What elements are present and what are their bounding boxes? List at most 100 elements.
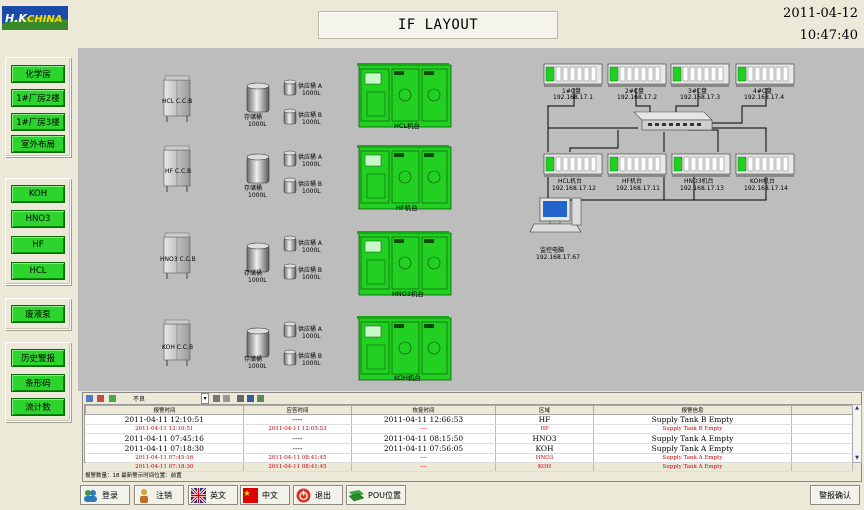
plc-ip: 192.168.17.14 xyxy=(744,185,788,192)
nav-hno3-button[interactable]: HNO3 xyxy=(11,210,65,228)
supply-a-label: 供应桶 A xyxy=(298,83,323,90)
nav-group-records: 历史警报 条形码 流计数 xyxy=(5,342,71,422)
alarm-status-text: 报警数量：18 最新警示时间位置：前置 xyxy=(85,473,182,479)
power-icon xyxy=(296,488,311,502)
column-header[interactable]: 报警时间 xyxy=(85,405,244,415)
nav-building1-floor2-button[interactable]: 1#厂房2楼 xyxy=(11,89,65,107)
supply-tank-b-koh xyxy=(283,349,297,366)
acknowledge-alarm-button[interactable]: 警报确认 xyxy=(810,485,860,505)
nav-waste-pump-button[interactable]: 废液泵 xyxy=(11,305,65,323)
table-row[interactable]: 2011-04-11 12:10:51 ---- 2011-04-11 12:66:… xyxy=(85,414,853,425)
supply-tank-a-hf xyxy=(283,150,297,167)
plc-label: HF机台 xyxy=(622,178,642,185)
plc-ip: 192.168.17.3 xyxy=(680,94,721,101)
nav-hcl-button[interactable]: HCL xyxy=(11,262,65,280)
supply-capacity: 1000L xyxy=(302,119,321,126)
supply-capacity: 1000L xyxy=(302,274,321,281)
column-header[interactable]: 应答时间 xyxy=(243,405,352,415)
table-row[interactable]: 2011-04-11 07:18:30 ---- 2011-04-11 07:56:… xyxy=(85,443,853,454)
uk-flag-icon xyxy=(191,487,206,503)
nav-koh-button[interactable]: KOH xyxy=(11,185,65,203)
scroll-up-icon[interactable]: ▲ xyxy=(853,405,861,412)
alarm-scrollbar[interactable]: ▲ ▼ xyxy=(852,404,862,463)
exit-button[interactable]: 退出 xyxy=(293,485,343,505)
storage-tank-hf xyxy=(246,153,270,184)
map-icon xyxy=(349,489,364,501)
table-row[interactable]: 2011-04-11 07:45:16 2011-04-11 08:41:45 --… xyxy=(85,453,853,463)
cabinet-label: HCL C.C.B xyxy=(162,98,193,105)
plc-ip: 192.168.17.13 xyxy=(680,185,724,192)
chinese-button[interactable]: 中文 xyxy=(240,485,290,505)
supply-a-label: 供应桶 A xyxy=(298,154,323,161)
table-row[interactable]: 2011-04-11 07:45:16 ---- 2011-04-11 08:15:… xyxy=(85,433,853,444)
column-header[interactable]: 恢复时间 xyxy=(351,405,496,415)
cabinet-label: KOH C.C.B xyxy=(162,344,194,351)
nav-flow-count-button[interactable]: 流计数 xyxy=(11,398,65,416)
supply-b-label: 供应桶 B xyxy=(298,267,323,274)
plc-2c xyxy=(607,63,667,88)
layout-panel: HCL C.C.B 存储桶 1000L 供应桶 A 1000L 供应桶 B 10… xyxy=(78,48,864,391)
plc-label: KOH机台 xyxy=(750,178,775,185)
machine-label: KOH机台 xyxy=(394,374,421,382)
supply-b-label: 供应桶 B xyxy=(298,181,323,188)
network-switch-icon xyxy=(633,111,713,131)
login-button[interactable]: 登录 xyxy=(80,485,130,505)
cabinet-label: HNO3 C.C.B xyxy=(160,256,196,263)
plc-hno3 xyxy=(671,153,731,178)
storage-capacity: 1000L xyxy=(248,121,267,128)
english-button[interactable]: 英文 xyxy=(188,485,238,505)
machine-hno3 xyxy=(356,230,452,296)
storage-label: 存储桶 xyxy=(244,114,263,121)
supply-capacity: 1000L xyxy=(302,188,321,195)
pc-label: 监控电脑 xyxy=(540,247,565,254)
filter-value[interactable]: 不良 xyxy=(133,394,145,403)
time-display: 10:47:40 xyxy=(799,28,858,43)
supply-capacity: 1000L xyxy=(302,161,321,168)
machine-hcl xyxy=(356,62,452,128)
logout-button[interactable]: 注销 xyxy=(134,485,184,505)
settings-icon xyxy=(257,395,264,402)
nav-building1-floor3-button[interactable]: 1#厂房3楼 xyxy=(11,113,65,131)
plc-4c xyxy=(735,63,795,88)
plc-ip: 192.168.17.1 xyxy=(553,94,594,101)
alarm-table: 报警时间 应答时间 恢复时间 区域 报警信息 2011-04-11 12:10:… xyxy=(84,404,854,472)
machine-koh xyxy=(356,315,452,381)
supply-tank-a-hno3 xyxy=(283,235,297,252)
alarm-panel: 不良 ▾ 报警时间 应答时间 恢复时间 区域 报警信息 2011-04-11 1… xyxy=(82,392,862,482)
machine-label: HNO3机台 xyxy=(392,290,425,298)
alarm-toolbar: 不良 ▾ xyxy=(83,393,861,404)
nav-hf-button[interactable]: HF xyxy=(11,236,65,254)
pou-location-button[interactable]: POU位置 xyxy=(346,485,406,505)
plc-hcl xyxy=(543,153,603,178)
storage-label: 存储桶 xyxy=(244,270,263,277)
nav-chemical-room-button[interactable]: 化学房 xyxy=(11,65,65,83)
date-display: 2011-04-12 xyxy=(783,6,858,21)
pc-ip: 192.168.17.67 xyxy=(536,254,580,261)
plc-3c xyxy=(670,63,730,88)
users-icon xyxy=(84,489,97,502)
plc-label: HCL机台 xyxy=(558,178,583,185)
table-row[interactable]: 2011-04-11 12:10:51 2011-04-11 12:05:53 --… xyxy=(85,424,853,434)
storage-capacity: 1000L xyxy=(248,192,267,199)
supply-b-label: 供应桶 B xyxy=(298,353,323,360)
table-row[interactable]: 2011-04-11 07:18:30 2011-04-11 08:41:45 --… xyxy=(85,462,853,472)
storage-label: 存储桶 xyxy=(244,356,263,363)
plc-hf xyxy=(607,153,667,178)
column-header[interactable]: 区域 xyxy=(495,405,594,415)
nav-alarm-history-button[interactable]: 历史警报 xyxy=(11,349,65,367)
nav-outdoor-layout-button[interactable]: 室外布局 xyxy=(11,135,65,153)
supply-capacity: 1000L xyxy=(302,247,321,254)
china-flag-icon xyxy=(243,487,258,503)
storage-tank-hno3 xyxy=(246,242,270,273)
supply-a-label: 供应桶 A xyxy=(298,326,323,333)
dropdown-arrow-icon[interactable]: ▾ xyxy=(201,393,209,404)
storage-label: 存储桶 xyxy=(244,185,263,192)
print-icon xyxy=(237,395,244,402)
plc-ip: 192.168.17.11 xyxy=(616,185,660,192)
nav-barcode-button[interactable]: 条形码 xyxy=(11,374,65,392)
plc-koh xyxy=(735,153,795,178)
scroll-down-icon[interactable]: ▼ xyxy=(853,455,861,462)
plc-ip: 192.168.17.12 xyxy=(552,185,596,192)
plc-ip: 192.168.17.4 xyxy=(744,94,785,101)
column-header[interactable]: 报警信息 xyxy=(593,405,792,415)
